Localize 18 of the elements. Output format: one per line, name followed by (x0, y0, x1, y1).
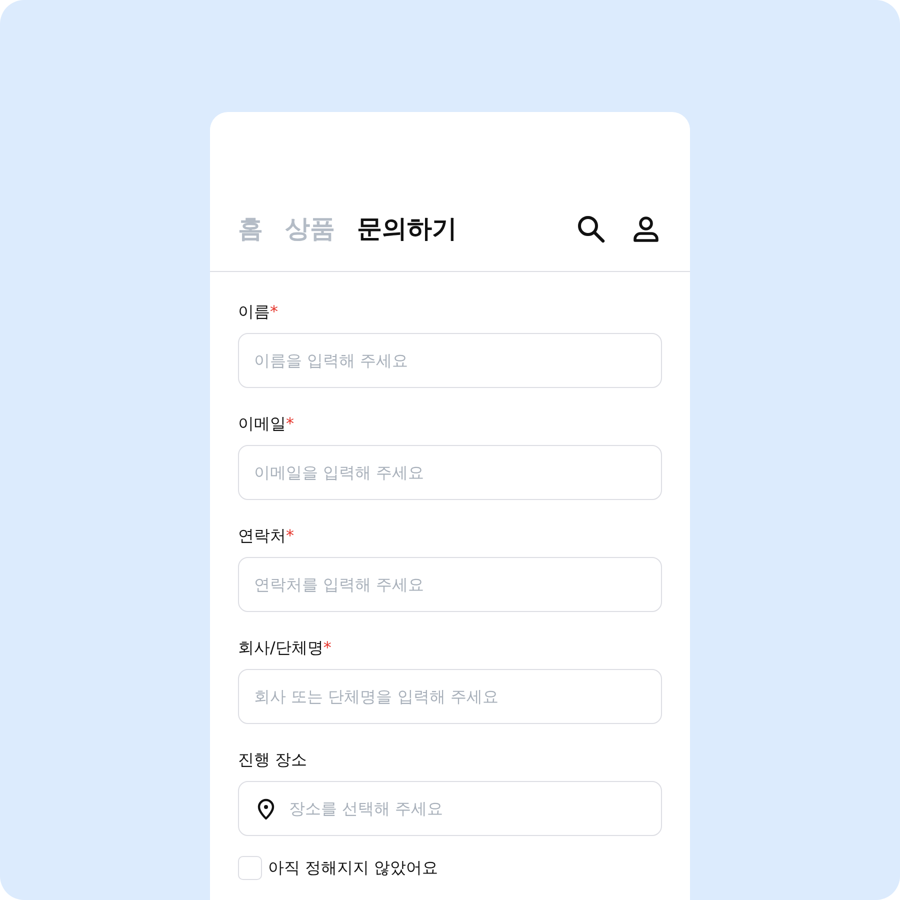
map-pin-icon (256, 798, 276, 820)
location-field[interactable]: 장소를 선택해 주세요 (238, 781, 662, 836)
checkbox[interactable] (238, 856, 262, 880)
field-label: 회사/단체명* (238, 638, 332, 659)
nav-tab[interactable]: 문의하기 (357, 208, 457, 250)
field-label: 이름* (238, 302, 279, 323)
input-field[interactable]: 회사 또는 단체명을 입력해 주세요 (238, 669, 662, 724)
input-field[interactable]: 연락처를 입력해 주세요 (238, 557, 662, 612)
field-label: 이메일* (238, 414, 295, 435)
input-field[interactable]: 이메일을 입력해 주세요 (238, 445, 662, 500)
input-field[interactable]: 이름을 입력해 주세요 (238, 333, 662, 388)
user-icon[interactable] (632, 215, 660, 243)
field-label: 연락처* (238, 526, 295, 547)
nav-tab[interactable]: 홈 (238, 208, 263, 250)
checkbox-label: 아직 정해지지 않았어요 (268, 858, 438, 878)
search-icon[interactable] (576, 214, 606, 244)
nav-tab[interactable]: 상품 (285, 208, 335, 250)
field-label: 진행 장소 (238, 750, 308, 771)
